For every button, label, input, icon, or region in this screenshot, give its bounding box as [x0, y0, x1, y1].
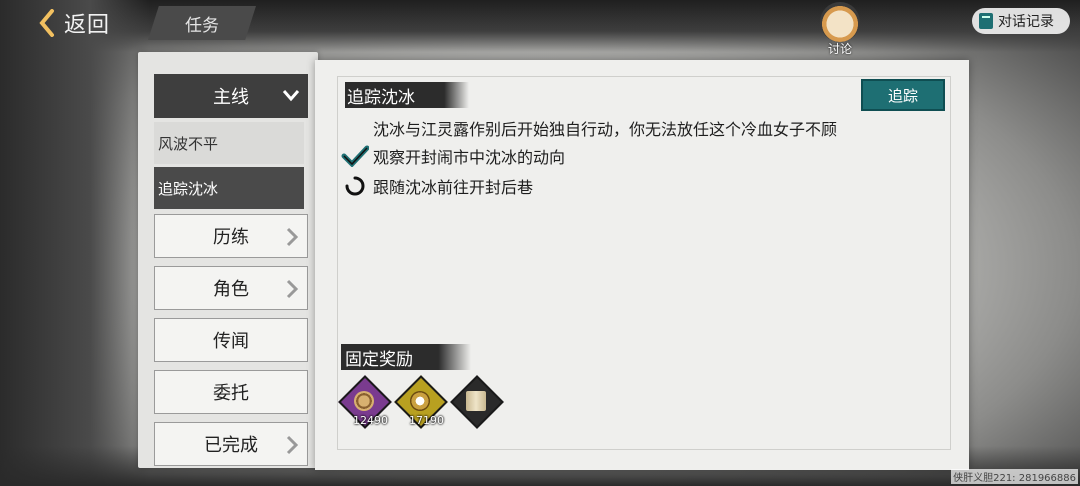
quest-category-sidebar: 主线 风波不平 追踪沈冰 历练 角色 传闻 委托 已完成 [138, 52, 318, 468]
progress-ring-icon [341, 174, 369, 198]
category-main[interactable]: 主线 [154, 74, 308, 118]
quest-title: 追踪沈冰 [345, 82, 469, 108]
reward-item-scroll[interactable] [450, 375, 504, 429]
left-ink-background [0, 0, 150, 486]
checkmark-icon [341, 144, 369, 168]
player-id-watermark: 侠肝义胆221: 281966886 [951, 469, 1078, 484]
objective-item: 跟随沈冰前往开封后巷 [341, 174, 533, 198]
quest-detail-panel: 追踪沈冰 追踪 沈冰与江灵露作别后开始独自行动，你无法放任这个冷血女子不顾 观察… [315, 60, 969, 470]
category-label: 已完成 [204, 435, 258, 456]
track-button[interactable]: 追踪 [861, 79, 945, 111]
chevron-right-icon [286, 279, 299, 299]
reward-item-experience[interactable]: 17190 [394, 375, 448, 429]
sub-item-quest-selected[interactable]: 追踪沈冰 [154, 167, 304, 209]
reward-item-coin[interactable]: 12490 [338, 375, 392, 429]
back-button[interactable]: 返回 [38, 6, 110, 40]
objective-item: 观察开封闹市中沈冰的动向 [341, 144, 565, 168]
reward-title-text: 固定奖励 [345, 349, 413, 370]
sub-item-quest[interactable]: 风波不平 [154, 122, 304, 164]
objective-text: 跟随沈冰前往开封后巷 [373, 178, 534, 197]
track-button-label: 追踪 [887, 86, 918, 105]
category-training[interactable]: 历练 [154, 214, 308, 258]
reward-title: 固定奖励 [341, 344, 471, 370]
category-character[interactable]: 角色 [154, 266, 308, 310]
experience-icon [410, 391, 430, 411]
reward-count: 17190 [409, 414, 444, 427]
category-label: 传闻 [213, 331, 249, 352]
chevron-right-icon [286, 435, 299, 455]
chevron-left-icon [39, 9, 54, 37]
reward-count: 12490 [353, 414, 388, 427]
category-commission[interactable]: 委托 [154, 370, 308, 414]
category-rumors[interactable]: 传闻 [154, 318, 308, 362]
coin-icon [354, 391, 374, 411]
quest-title-text: 追踪沈冰 [347, 87, 415, 108]
page-title: 任务 [148, 6, 256, 40]
page-title-text: 任务 [185, 15, 219, 36]
shiba-avatar-icon [820, 2, 860, 42]
chevron-down-icon [282, 90, 300, 102]
dialogue-log-button[interactable]: 对话记录 [972, 8, 1070, 34]
dialogue-log-label: 对话记录 [998, 14, 1054, 30]
chevron-right-icon [286, 227, 299, 247]
category-completed[interactable]: 已完成 [154, 422, 308, 466]
discuss-label: 讨论 [827, 42, 852, 56]
category-main-label: 主线 [213, 87, 249, 108]
category-label: 委托 [213, 383, 249, 404]
quest-description: 沈冰与江灵露作别后开始独自行动，你无法放任这个冷血女子不顾 [373, 120, 838, 139]
sub-item-label: 风波不平 [158, 134, 219, 153]
objective-text: 观察开封闹市中沈冰的动向 [373, 148, 566, 167]
category-label: 历练 [213, 227, 249, 248]
category-label: 角色 [213, 279, 249, 300]
sub-item-label: 追踪沈冰 [158, 179, 219, 198]
scroll-icon [466, 391, 486, 411]
book-icon [979, 13, 993, 29]
back-label: 返回 [64, 13, 111, 38]
discuss-button[interactable]: 讨论 [814, 2, 866, 58]
